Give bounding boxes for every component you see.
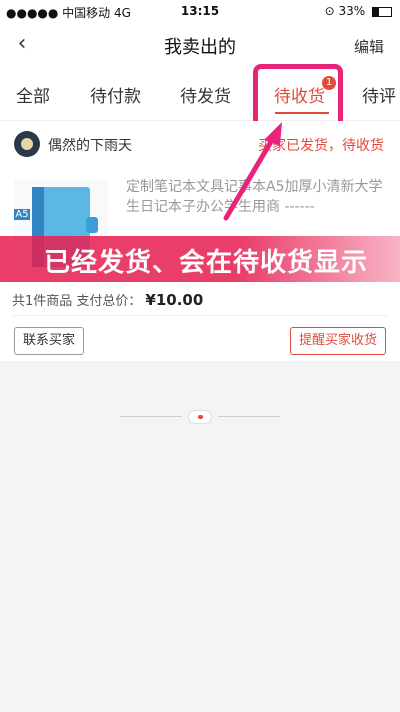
battery-percent: 33% [338,4,366,18]
page-title: 我卖出的 [164,37,236,58]
tab-pending-shipment[interactable]: 待发货 [180,82,231,107]
battery-icon [372,6,392,17]
annotation-banner: 已经发货、会在待收货显示 [0,236,400,282]
status-bar: ●●●●● 中国移动 4G 13:15 ⊙ 33% [0,0,400,22]
buyer-name[interactable]: 偶然的下雨天 [48,135,132,155]
annotation-banner-text: 已经发货、会在待收货显示 [44,248,369,278]
order-status: 买家已发货，待收货 [258,138,384,154]
order-summary: 共1件商品 支付总价： ¥10.00 [12,290,203,309]
avatar [14,131,40,157]
tab-pending-payment[interactable]: 待付款 [90,82,141,107]
product-title[interactable]: 定制笔记本文具记事本A5加厚小清新大学生日记本子办公学生用商 ------ [126,177,386,217]
divider-line-left [120,416,182,417]
nav-bar: ‹ 我卖出的 编辑 [0,22,400,68]
notebook-clasp [86,217,98,233]
product-image-label: A5 [14,209,30,220]
end-of-list-divider [120,410,280,424]
divider-line-right [218,416,280,417]
remind-buyer-button[interactable]: 提醒买家收货 [289,327,386,355]
tab-pending-review[interactable]: 待评 [362,82,396,107]
tab-all[interactable]: 全部 [16,82,50,107]
contact-buyer-button[interactable]: 联系买家 [14,327,85,355]
lock-rotation-icon: ⊙ [324,4,335,18]
total-price: ¥10.00 [145,291,204,309]
pig-logo-icon [188,410,212,424]
summary-text: 共1件商品 支付总价： [12,294,142,309]
battery-status: ⊙ 33% [325,4,392,18]
divider [12,315,388,316]
edit-button[interactable]: 编辑 [354,36,384,57]
